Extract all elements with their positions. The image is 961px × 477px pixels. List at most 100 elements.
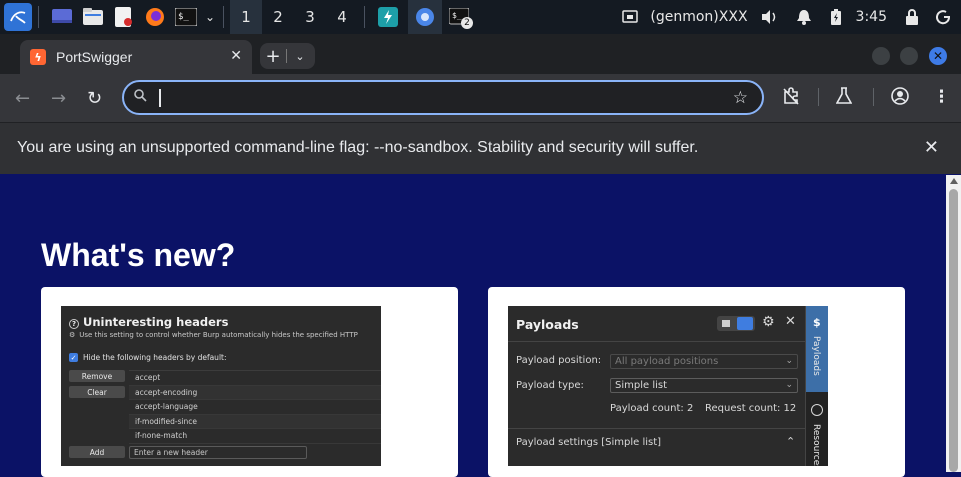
infobar-close-icon[interactable]: ✕ xyxy=(924,137,939,158)
text-editor-icon[interactable] xyxy=(110,3,138,31)
portswigger-favicon-icon: ϟ xyxy=(30,49,46,65)
reload-icon[interactable]: ↻ xyxy=(87,88,102,109)
firefox-icon[interactable] xyxy=(141,3,169,31)
address-bar[interactable]: ☆ xyxy=(122,80,764,115)
top-panel: $_ ⌄ 1 2 3 4 $_ 2 (genmon)XXX 3:45 xyxy=(0,0,961,34)
request-count: Request count: 12 xyxy=(705,403,797,414)
window-count-badge: 2 xyxy=(461,17,473,29)
forward-icon[interactable]: → xyxy=(51,88,66,109)
menu-kebab-icon[interactable]: ⋮ xyxy=(933,87,950,107)
workspace-3[interactable]: 3 xyxy=(294,0,326,34)
back-icon[interactable]: ← xyxy=(15,88,30,109)
payloads-title: Payloads xyxy=(516,317,579,332)
add-button: Add xyxy=(69,446,125,458)
tab-search-icon[interactable]: ⌄ xyxy=(287,50,313,63)
volume-icon[interactable] xyxy=(760,9,778,25)
whats-new-heading: What's new? xyxy=(41,237,236,273)
tab-title: PortSwigger xyxy=(56,49,133,65)
genmon-label: (genmon)XXX xyxy=(650,9,748,25)
headers-description: Use this setting to control whether Burp… xyxy=(79,331,358,339)
maximize-button[interactable] xyxy=(900,47,918,65)
profile-icon[interactable] xyxy=(891,87,909,110)
power-icon[interactable] xyxy=(935,9,951,25)
list-item: if-none-match xyxy=(129,429,381,444)
workspace-4[interactable]: 4 xyxy=(326,0,358,34)
divider xyxy=(873,88,874,106)
payload-position-label: Payload position: xyxy=(516,355,602,366)
checkbox-checked-icon: ✓ xyxy=(69,353,78,362)
close-tab-icon[interactable]: ✕ xyxy=(230,48,242,64)
chromium-icon[interactable] xyxy=(408,0,442,34)
labs-flask-icon[interactable] xyxy=(835,87,853,110)
panel-separator xyxy=(223,6,224,28)
kali-menu-icon[interactable] xyxy=(4,3,32,31)
payload-position-select: All payload positions ⌄ xyxy=(610,354,798,369)
chevron-down-icon[interactable]: ⌄ xyxy=(203,3,217,31)
network-icon[interactable] xyxy=(622,10,639,24)
tab-portswigger[interactable]: ϟ PortSwigger ✕ xyxy=(20,40,252,74)
battery-icon[interactable] xyxy=(830,9,842,25)
clear-button: Clear xyxy=(69,386,125,398)
clock[interactable]: 3:45 xyxy=(856,9,887,25)
unsupported-flag-infobar: You are using an unsupported command-lin… xyxy=(0,122,961,174)
payload-type-value: Simple list xyxy=(615,380,668,391)
help-icon: ? xyxy=(69,319,79,329)
minimize-button[interactable] xyxy=(872,47,890,65)
svg-text:$_: $_ xyxy=(452,11,462,20)
new-tab-group: + ⌄ xyxy=(260,43,315,69)
terminal-window-icon[interactable]: $_ 2 xyxy=(445,3,473,31)
side-tab-resources-label: Resources xyxy=(811,424,821,466)
headers-title: Uninteresting headers xyxy=(83,315,229,329)
list-item: if-modified-since xyxy=(129,414,381,430)
bookmark-star-icon[interactable]: ☆ xyxy=(733,88,748,108)
panel-separator xyxy=(38,6,39,28)
list-item: accept-language xyxy=(129,400,381,415)
gear-icon: ⚙ xyxy=(69,331,76,339)
split-view-icon xyxy=(737,317,753,330)
lock-icon[interactable] xyxy=(905,9,919,25)
notification-icon[interactable] xyxy=(796,9,812,25)
close-icon: ✕ xyxy=(785,314,796,329)
address-input[interactable] xyxy=(158,88,718,108)
payload-settings-label: Payload settings [Simple list] xyxy=(516,437,662,448)
scrollbar[interactable] xyxy=(946,175,961,472)
chevron-down-icon: ⌄ xyxy=(785,356,793,366)
checkbox-label: Hide the following headers by default: xyxy=(83,353,227,362)
payload-type-label: Payload type: xyxy=(516,380,584,391)
workspace-2[interactable]: 2 xyxy=(262,0,294,34)
workspace-1[interactable]: 1 xyxy=(230,0,262,34)
payload-position-value: All payload positions xyxy=(615,356,719,367)
uninteresting-headers-screenshot: ? Uninteresting headers ⚙ Use this setting… xyxy=(61,306,381,466)
remove-button: Remove xyxy=(69,370,125,382)
system-tray: (genmon)XXX 3:45 xyxy=(610,0,961,34)
list-view-icon xyxy=(722,320,730,327)
side-tab-payloads: $ Payloads xyxy=(806,306,828,392)
side-tab-payloads-label: Payloads xyxy=(811,336,821,376)
hide-headers-checkbox: ✓ Hide the following headers by default: xyxy=(69,353,227,362)
chevron-up-icon: ⌃ xyxy=(786,435,796,448)
tab-strip: ϟ PortSwigger ✕ xyxy=(0,34,961,74)
burp-icon[interactable] xyxy=(374,3,402,31)
divider xyxy=(508,428,805,429)
close-window-button[interactable]: ✕ xyxy=(929,47,947,65)
file-manager-icon[interactable] xyxy=(79,3,107,31)
extensions-icon[interactable] xyxy=(782,87,800,110)
text-cursor xyxy=(159,89,161,107)
clock-icon xyxy=(811,404,823,416)
list-item: accept xyxy=(129,371,381,386)
scroll-up-arrow-icon[interactable] xyxy=(950,178,958,184)
new-tab-button[interactable]: + xyxy=(260,46,286,67)
headers-subtitle: ⚙ Use this setting to control whether Bur… xyxy=(69,331,358,339)
panel-separator xyxy=(364,6,365,28)
new-header-input: Enter a new header xyxy=(129,446,307,459)
scrollbar-thumb[interactable] xyxy=(949,189,958,472)
desktop-icon[interactable] xyxy=(48,3,76,31)
infobar-message: You are using an unsupported command-lin… xyxy=(17,139,699,156)
dollar-icon: $ xyxy=(813,316,821,329)
terminal-icon[interactable]: $_ xyxy=(172,3,200,31)
svg-text:$_: $_ xyxy=(178,12,189,22)
chevron-down-icon: ⌄ xyxy=(785,380,793,390)
search-icon xyxy=(134,89,147,106)
divider xyxy=(818,88,819,106)
payload-type-select: Simple list ⌄ xyxy=(610,378,798,393)
